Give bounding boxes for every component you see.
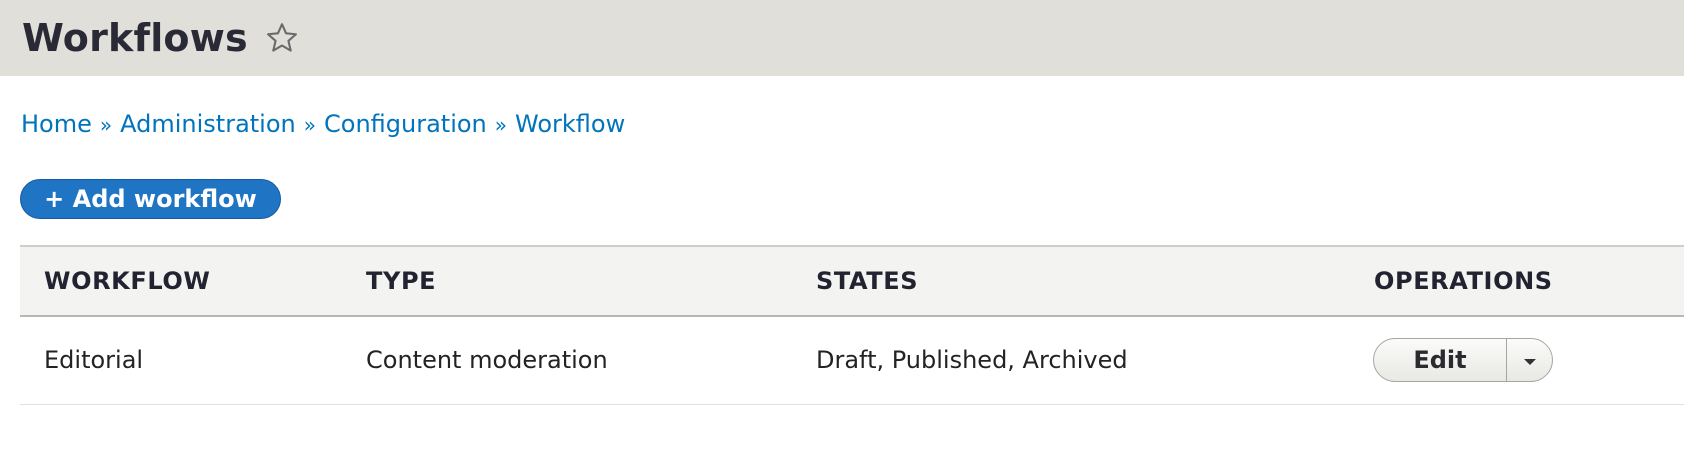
breadcrumb-link-home[interactable]: Home (21, 110, 92, 138)
page-title: Workflows (22, 16, 248, 60)
table-row: Editorial Content moderation Draft, Publ… (20, 317, 1684, 405)
breadcrumb: Home » Administration » Configuration » Workfl… (21, 110, 625, 138)
column-header-type: TYPE (366, 267, 437, 295)
workflow-type: Content moderation (366, 346, 608, 374)
breadcrumb-link-administration[interactable]: Administration (120, 110, 296, 138)
chevron-down-icon (1523, 359, 1536, 365)
table-header: WORKFLOW TYPE STATES OPERATIONS (20, 245, 1684, 317)
page-header: Workflows (0, 0, 1684, 76)
operations-toggle-button[interactable] (1507, 339, 1552, 381)
breadcrumb-separator: » (99, 113, 113, 137)
operations-dropbutton: Edit (1373, 338, 1553, 382)
column-header-states: STATES (816, 267, 919, 295)
workflow-name: Editorial (44, 346, 144, 374)
breadcrumb-link-workflow[interactable]: Workflow (515, 110, 625, 138)
breadcrumb-separator: » (303, 113, 316, 137)
workflows-table: WORKFLOW TYPE STATES OPERATIONS Editoria… (20, 245, 1684, 405)
workflow-states: Draft, Published, Archived (816, 346, 1128, 374)
breadcrumb-link-configuration[interactable]: Configuration (324, 110, 487, 138)
edit-button[interactable]: Edit (1374, 339, 1507, 381)
breadcrumb-separator: » (494, 113, 508, 137)
star-icon[interactable] (264, 20, 300, 56)
add-workflow-button[interactable]: + Add workflow (20, 179, 281, 219)
column-header-operations: OPERATIONS (1374, 267, 1553, 295)
column-header-workflow: WORKFLOW (44, 267, 211, 295)
